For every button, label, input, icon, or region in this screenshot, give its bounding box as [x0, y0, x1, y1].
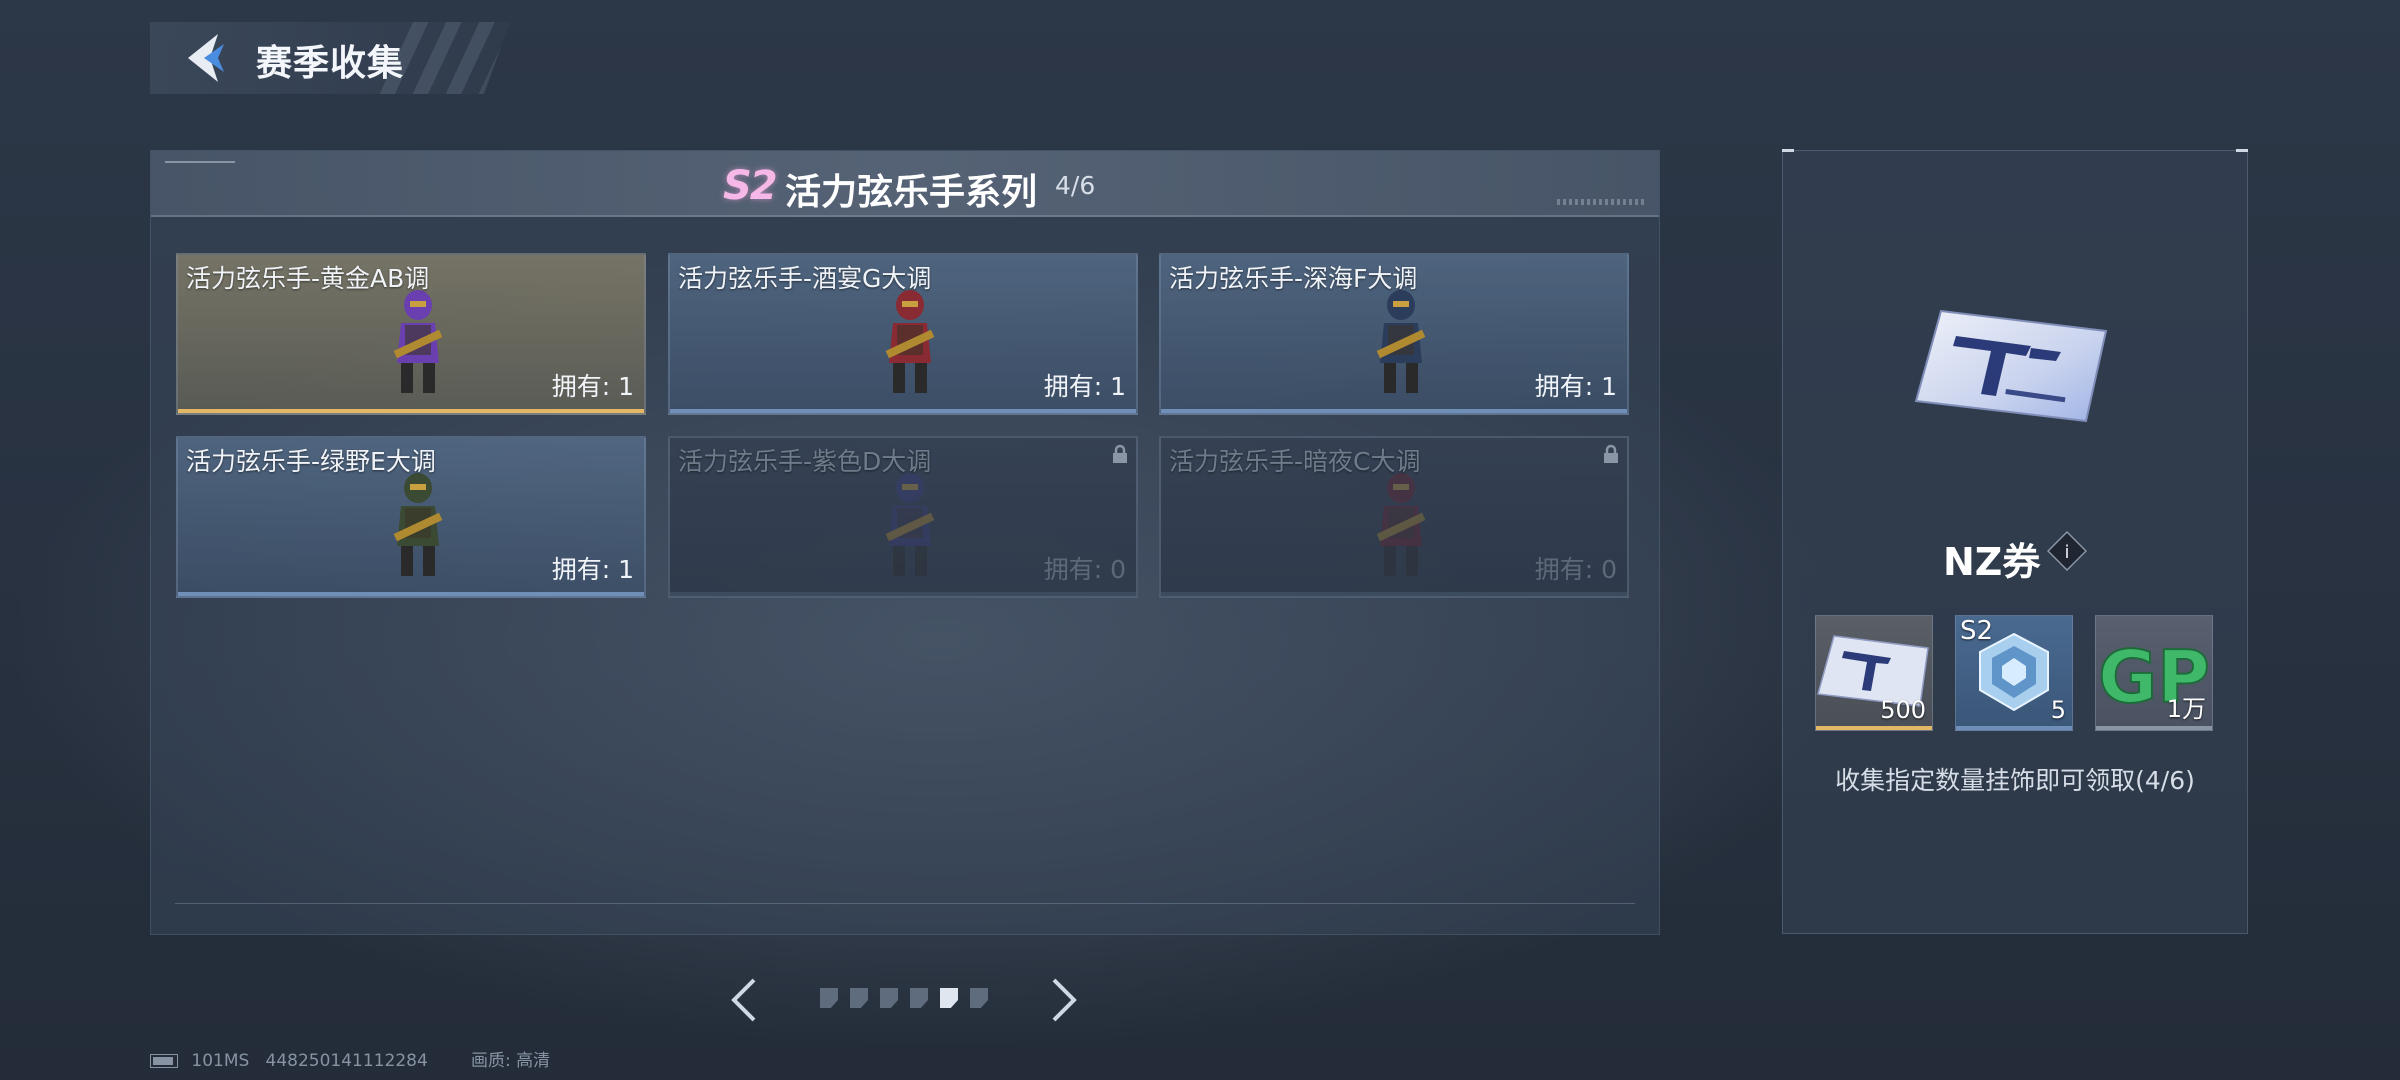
- reward-item-gp[interactable]: GP 1万: [2095, 615, 2213, 731]
- panel-divider: [175, 903, 1635, 904]
- page-dot[interactable]: [940, 988, 958, 1008]
- next-page-button[interactable]: [1044, 972, 1084, 1028]
- collection-panel: S2 活力弦乐手系列 4/6 活力弦乐手-黄金AB调 拥有: 1 活力弦乐手-酒宴G…: [150, 150, 1660, 935]
- series-title: 活力弦乐手系列: [785, 172, 1038, 213]
- card-name: 活力弦乐手-黄金AB调: [186, 264, 430, 293]
- header-decoration-right: [1557, 199, 1647, 205]
- collection-card[interactable]: 活力弦乐手-酒宴G大调拥有: 1: [668, 253, 1138, 415]
- owned-count: 拥有: 1: [551, 372, 634, 401]
- series-count: 4/6: [1055, 171, 1096, 200]
- series-header: S2 活力弦乐手系列 4/6: [151, 151, 1659, 217]
- card-name: 活力弦乐手-绿野E大调: [186, 447, 436, 476]
- nz-ticket-icon: [1914, 309, 2108, 423]
- figure-icon: [1376, 473, 1426, 576]
- battery-icon: [150, 1054, 178, 1068]
- info-button[interactable]: i: [2046, 530, 2088, 572]
- prev-page-button[interactable]: [724, 972, 764, 1028]
- collection-card[interactable]: 活力弦乐手-黄金AB调拥有: 1: [176, 253, 646, 415]
- reward-qty: 1万: [2166, 695, 2206, 723]
- card-progress-bar: [1161, 409, 1627, 413]
- chevron-left-icon: [731, 978, 756, 1022]
- svg-text:i: i: [2064, 542, 2069, 563]
- info-icon: i: [2046, 530, 2088, 572]
- reward-panel: NZ券 i 500 S2 5 GP 1万 收集指定数量挂饰即可领取(4/6): [1782, 149, 2248, 934]
- lock-icon: [1113, 444, 1127, 463]
- back-button[interactable]: [178, 30, 234, 86]
- figure-icon: [885, 290, 935, 393]
- page-title: 赛季收集: [256, 43, 405, 84]
- rarity-bar: [2096, 726, 2212, 730]
- rarity-bar: [1816, 726, 1932, 730]
- status-bar: 101MS 448250141112284 画质: 高清: [150, 1046, 550, 1071]
- header-decoration-left: [165, 161, 235, 163]
- lock-icon: [1604, 444, 1618, 463]
- collection-card[interactable]: 活力弦乐手-绿野E大调拥有: 1: [176, 436, 646, 598]
- card-name: 活力弦乐手-深海F大调: [1169, 264, 1418, 293]
- card-name: 活力弦乐手-紫色D大调: [678, 447, 932, 476]
- rarity-bar: [1956, 726, 2072, 730]
- figure-icon: [885, 473, 935, 576]
- collection-card[interactable]: 活力弦乐手-紫色D大调拥有: 0: [668, 436, 1138, 598]
- back-arrow-icon: [188, 34, 224, 82]
- card-progress-bar: [178, 409, 644, 413]
- reward-item-crystal[interactable]: S2 5: [1955, 615, 2073, 731]
- owned-count: 拥有: 0: [1043, 555, 1126, 584]
- page-dot[interactable]: [880, 988, 898, 1008]
- page-dot[interactable]: [970, 988, 988, 1008]
- collection-card[interactable]: 活力弦乐手-深海F大调拥有: 1: [1159, 253, 1629, 415]
- reward-description: 收集指定数量挂饰即可领取(4/6): [1835, 766, 2195, 795]
- chevron-right-icon: [1052, 978, 1077, 1022]
- card-name: 活力弦乐手-酒宴G大调: [678, 264, 932, 293]
- card-progress-bar: [670, 409, 1136, 413]
- page-dot[interactable]: [910, 988, 928, 1008]
- reward-item-ticket[interactable]: 500: [1815, 615, 1933, 731]
- card-name: 活力弦乐手-暗夜C大调: [1169, 447, 1421, 476]
- quality-label: 画质:: [471, 1051, 511, 1071]
- collection-card[interactable]: 活力弦乐手-暗夜C大调拥有: 0: [1159, 436, 1629, 598]
- quality-value: 高清: [516, 1051, 551, 1071]
- page-dot[interactable]: [850, 988, 868, 1008]
- figure-icon: [393, 290, 443, 393]
- page-dot[interactable]: [820, 988, 838, 1008]
- season-badge: S2: [723, 163, 778, 209]
- reward-qty: 500: [1880, 696, 1926, 724]
- reward-qty: 5: [2050, 696, 2066, 724]
- owned-count: 拥有: 1: [1534, 372, 1617, 401]
- reward-name: NZ券: [1943, 540, 2041, 584]
- card-progress-bar: [670, 592, 1136, 596]
- figure-icon: [1376, 290, 1426, 393]
- card-progress-bar: [1161, 592, 1627, 596]
- figure-icon: [393, 473, 443, 576]
- owned-count: 拥有: 1: [1043, 372, 1126, 401]
- owned-count: 拥有: 0: [1534, 555, 1617, 584]
- card-progress-bar: [178, 592, 644, 596]
- ping-value: 101MS: [191, 1051, 250, 1071]
- owned-count: 拥有: 1: [551, 555, 634, 584]
- crystal-season-label: S2: [1960, 616, 1994, 646]
- user-id: 448250141112284: [265, 1051, 428, 1071]
